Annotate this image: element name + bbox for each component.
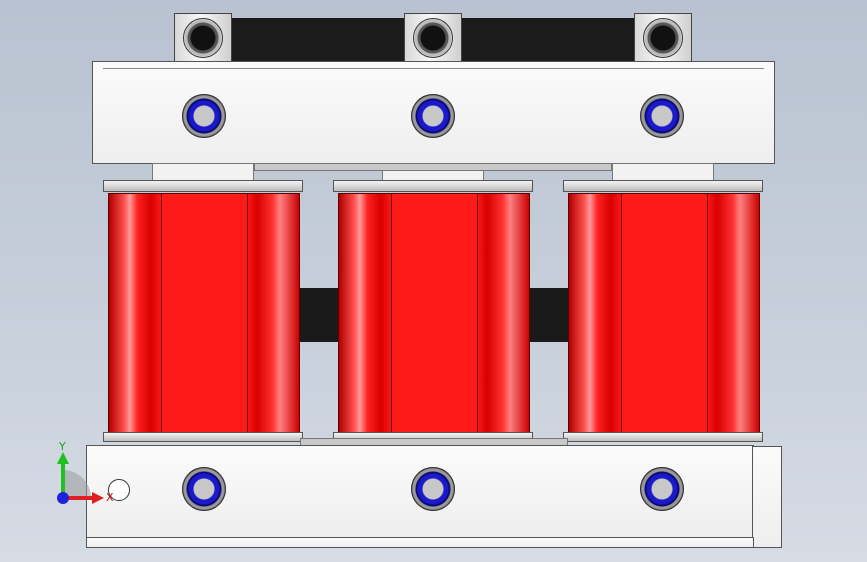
coil-seam [477, 194, 478, 435]
coil-bottom-clamp-3 [563, 432, 763, 442]
top-spacer-3 [612, 163, 714, 181]
core-leg-link-2 [528, 288, 570, 342]
terminal-block-2[interactable] [404, 13, 462, 63]
coil-seam [707, 194, 708, 435]
coil-seam [391, 194, 392, 435]
triad-x-label: X [106, 491, 114, 504]
coil-top-clamp-2 [333, 180, 533, 192]
coil-phase-3[interactable] [568, 193, 760, 436]
bottom-bolt-2[interactable] [411, 467, 455, 511]
cad-viewport[interactable]: Y X [0, 0, 867, 562]
coil-seam [247, 194, 248, 435]
coil-top-clamp-1 [103, 180, 303, 192]
bottom-plate-lip [86, 537, 754, 548]
terminal-hole-icon [183, 18, 223, 58]
bottom-bolt-1[interactable] [182, 467, 226, 511]
coil-top-clamp-3 [563, 180, 763, 192]
terminal-hole-icon [413, 18, 453, 58]
terminal-block-3[interactable] [634, 13, 692, 63]
terminal-hole-icon [643, 18, 683, 58]
coil-seam [161, 194, 162, 435]
reference-triad: Y X [50, 440, 120, 510]
coil-phase-1[interactable] [108, 193, 300, 436]
terminal-block-1[interactable] [174, 13, 232, 63]
plate-edge-line [103, 68, 764, 69]
coil-bottom-clamp-1 [103, 432, 303, 442]
coil-phase-2[interactable] [338, 193, 530, 436]
top-bolt-1[interactable] [182, 94, 226, 138]
top-spacer-1 [152, 163, 254, 181]
triad-y-label: Y [59, 440, 66, 453]
top-bolt-3[interactable] [640, 94, 684, 138]
coil-seam [621, 194, 622, 435]
bottom-bolt-3[interactable] [640, 467, 684, 511]
yoke-strip-top [254, 163, 612, 171]
core-leg-link-1 [298, 288, 340, 342]
bottom-plate-side-flange [752, 446, 782, 548]
top-bolt-2[interactable] [411, 94, 455, 138]
